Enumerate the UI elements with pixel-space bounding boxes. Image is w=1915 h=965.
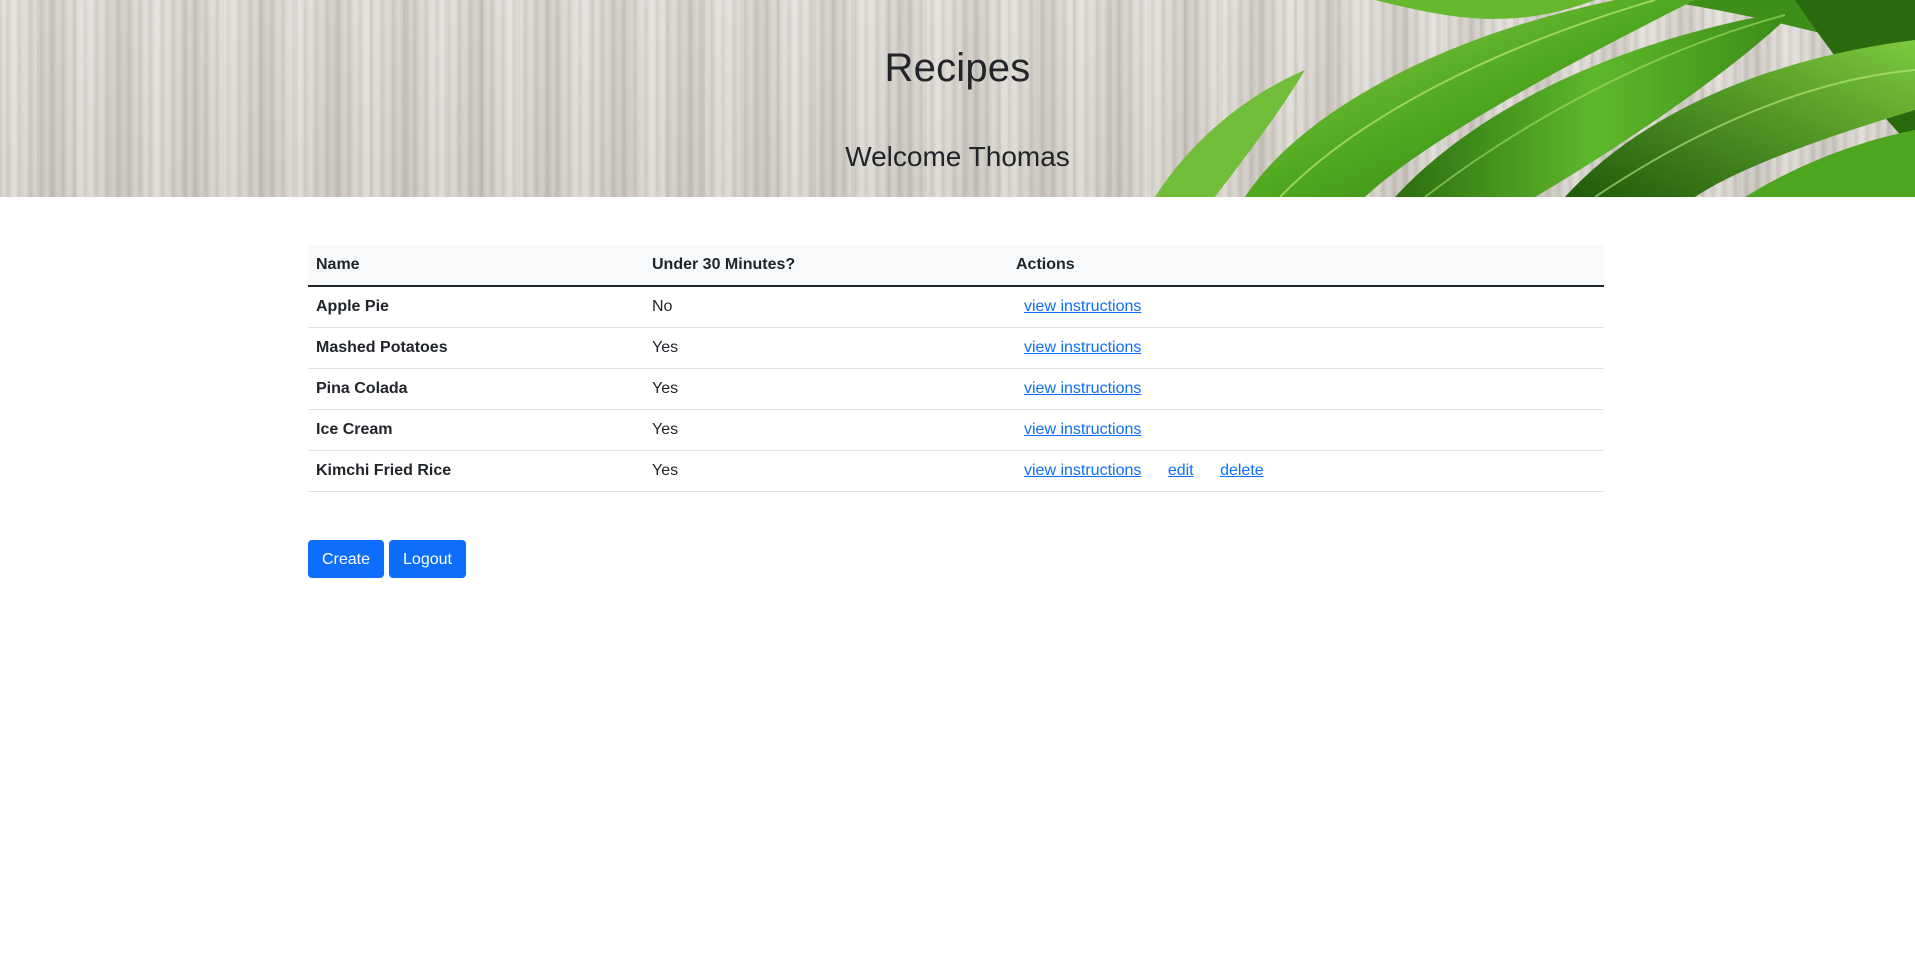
recipe-under-30: Yes [644,450,1008,492]
view-instructions-link[interactable]: view instructions [1024,421,1141,438]
table-header-row: Name Under 30 Minutes? Actions [308,245,1604,287]
logout-button[interactable]: Logout [389,540,466,578]
column-header-under-30: Under 30 Minutes? [644,245,1008,287]
action-buttons: Create Logout [308,540,466,578]
welcome-message: Welcome Thomas [845,141,1070,172]
page-title: Recipes [884,46,1031,90]
hero-banner: Recipes Welcome Thomas [0,0,1915,197]
column-header-name: Name [308,245,644,287]
table-body: Apple Pie No view instructions Mashed Po… [308,286,1604,492]
recipe-actions: view instructions [1008,409,1604,451]
recipes-table: Name Under 30 Minutes? Actions Apple Pie… [308,245,1604,492]
recipe-under-30: Yes [644,327,1008,369]
view-instructions-link[interactable]: view instructions [1024,380,1141,397]
recipes-table-container: Name Under 30 Minutes? Actions Apple Pie… [308,245,1604,492]
view-instructions-link[interactable]: view instructions [1024,298,1141,315]
recipe-actions: view instructions [1008,327,1604,369]
delete-link[interactable]: delete [1220,462,1264,479]
recipe-name: Ice Cream [308,409,644,451]
recipe-name: Pina Colada [308,368,644,410]
recipe-actions: view instructions [1008,368,1604,410]
table-row: Ice Cream Yes view instructions [308,409,1604,451]
recipe-under-30: No [644,286,1008,328]
table-row: Mashed Potatoes Yes view instructions [308,327,1604,369]
view-instructions-link[interactable]: view instructions [1024,462,1141,479]
recipe-name: Mashed Potatoes [308,327,644,369]
table-row: Kimchi Fried Rice Yes view instructions … [308,450,1604,492]
recipe-name: Apple Pie [308,286,644,328]
recipe-under-30: Yes [644,368,1008,410]
edit-link[interactable]: edit [1168,462,1194,479]
recipe-name: Kimchi Fried Rice [308,450,644,492]
recipe-under-30: Yes [644,409,1008,451]
view-instructions-link[interactable]: view instructions [1024,339,1141,356]
table-row: Apple Pie No view instructions [308,286,1604,328]
recipe-actions: view instructions edit delete [1008,450,1604,492]
table-header: Name Under 30 Minutes? Actions [308,245,1604,287]
recipe-actions: view instructions [1008,286,1604,328]
table-row: Pina Colada Yes view instructions [308,368,1604,410]
create-button[interactable]: Create [308,540,385,578]
column-header-actions: Actions [1008,245,1604,287]
